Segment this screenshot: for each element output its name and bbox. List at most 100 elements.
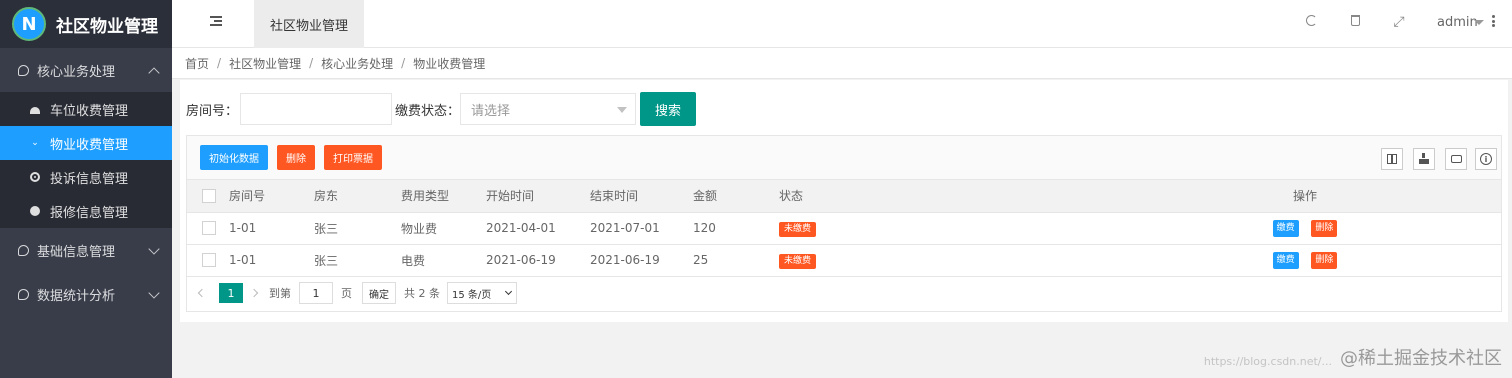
data-table-card: 初始化数据 删除 打印票据 i 房间号 房东 费用类型 开始时间 结束时间 金额… (186, 135, 1502, 312)
main-content: 房间号： 缴费状态： 请选择 搜索 初始化数据 删除 打印票据 i 房间号 房东… (172, 80, 1512, 378)
sidebar-group-core[interactable]: 核心业务处理 (0, 48, 172, 92)
row-checkbox[interactable] (202, 253, 216, 268)
watermark: @稀土掘金技术社区 (1340, 348, 1502, 369)
column-header[interactable]: 房间号 (229, 180, 314, 213)
sidebar-group-label: 核心业务处理 (37, 64, 116, 80)
leaf-icon (18, 64, 29, 76)
cell-room: 1-01 (229, 244, 314, 277)
status-placeholder: 请选择 (471, 103, 511, 119)
leaf-icon (18, 288, 29, 300)
table-row: 1-01 张三 电费 2021-06-19 2021-06-19 25 未缴费 … (187, 244, 1501, 277)
search-form: 房间号： 缴费状态： 请选择 搜索 (180, 91, 697, 127)
sidebar-item-label: 车位收费管理 (50, 103, 129, 119)
target-icon (30, 172, 40, 182)
row-checkbox[interactable] (202, 221, 216, 236)
next-page-icon[interactable] (249, 288, 259, 298)
refresh-icon[interactable] (1304, 15, 1318, 29)
table-header-row: 房间号 房东 费用类型 开始时间 结束时间 金额 状态 操作 (187, 180, 1501, 213)
sidebar-group-label: 数据统计分析 (37, 288, 116, 304)
leaf-icon (18, 244, 29, 256)
sidebar: N 社区物业管理 核心业务处理 车位收费管理 ⌄ 物业收费管理 投诉信息管理 报… (0, 0, 172, 378)
row-delete-button[interactable]: 删除 (1311, 252, 1338, 269)
chevron-down-icon (148, 243, 160, 255)
init-data-button[interactable]: 初始化数据 (200, 145, 268, 170)
export-icon[interactable] (1413, 148, 1435, 170)
column-header: 操作 (1109, 180, 1501, 213)
prev-page-icon[interactable] (197, 288, 207, 298)
sidebar-item-parking-fee[interactable]: 车位收费管理 (0, 92, 172, 126)
column-header[interactable]: 费用类型 (401, 180, 486, 213)
fullscreen-icon[interactable]: ⤢ (1392, 15, 1406, 29)
status-label: 缴费状态： (395, 103, 461, 119)
row-delete-button[interactable]: 删除 (1311, 220, 1338, 237)
column-header[interactable]: 状态 (779, 180, 1109, 213)
info-icon[interactable]: i (1475, 148, 1497, 170)
breadcrumb-home[interactable]: 首页 (185, 55, 209, 72)
sidebar-item-complaints[interactable]: 投诉信息管理 (0, 160, 172, 194)
app-title: 社区物业管理 (56, 16, 158, 37)
table-toolbar: 初始化数据 删除 打印票据 i (187, 136, 1501, 180)
columns-filter-icon[interactable] (1381, 148, 1403, 170)
room-label: 房间号： (186, 103, 239, 119)
sidebar-group-label: 基础信息管理 (37, 244, 116, 260)
page-size-select[interactable]: 15 条/页 (447, 282, 517, 304)
cell-start: 2021-06-19 (486, 244, 590, 277)
breadcrumb-item[interactable]: 社区物业管理 (229, 55, 301, 72)
trash-icon[interactable] (1348, 15, 1362, 29)
caret-down-icon[interactable] (1474, 20, 1484, 25)
column-header[interactable]: 房东 (314, 180, 401, 213)
pay-button[interactable]: 缴费 (1272, 220, 1299, 237)
tab-community-property[interactable]: 社区物业管理 (254, 0, 364, 48)
pay-button[interactable]: 缴费 (1272, 252, 1299, 269)
cell-start: 2021-04-01 (486, 212, 590, 245)
status-badge: 未缴费 (779, 221, 817, 237)
chevron-down-icon (504, 287, 513, 296)
status-select[interactable]: 请选择 (460, 93, 637, 125)
goto-confirm-button[interactable]: 确定 (362, 282, 396, 304)
sidebar-group-statistics[interactable]: 数据统计分析 (0, 272, 172, 316)
menu-toggle-icon[interactable] (210, 16, 222, 26)
current-page[interactable]: 1 (219, 283, 243, 303)
column-header[interactable]: 金额 (693, 180, 779, 213)
sidebar-item-property-fee[interactable]: ⌄ 物业收费管理 (0, 126, 172, 160)
more-vertical-icon[interactable] (1492, 15, 1495, 27)
column-header[interactable]: 结束时间 (590, 180, 693, 213)
column-header[interactable]: 开始时间 (486, 180, 590, 213)
top-header: 社区物业管理 ⤢ admin (172, 0, 1512, 48)
caret-down-icon (617, 107, 628, 113)
table-row: 1-01 张三 物业费 2021-04-01 2021-07-01 120 未缴… (187, 212, 1501, 245)
delete-button[interactable]: 删除 (277, 145, 315, 170)
compass-icon (30, 206, 40, 216)
select-all-checkbox[interactable] (202, 189, 216, 203)
search-button[interactable]: 搜索 (640, 92, 697, 126)
sidebar-item-label: 报修信息管理 (50, 205, 129, 221)
sidebar-item-label: 投诉信息管理 (50, 171, 129, 187)
total-count: 共 2 条 (404, 287, 440, 300)
room-number-input[interactable] (240, 93, 393, 125)
page-unit-label: 页 (341, 287, 352, 300)
sidebar-item-label: 物业收费管理 (50, 137, 129, 153)
print-receipt-button[interactable]: 打印票据 (324, 145, 382, 170)
goto-page-input[interactable]: 1 (299, 282, 333, 304)
user-menu[interactable]: admin (1437, 15, 1478, 30)
breadcrumb-item[interactable]: 核心业务处理 (321, 55, 393, 72)
chevron-down-icon: ⌄ (31, 138, 39, 148)
pagination: 1 到第 1 页 确定 共 2 条 15 条/页 (187, 277, 1501, 310)
cell-end: 2021-07-01 (590, 212, 693, 245)
cell-owner: 张三 (314, 244, 401, 277)
status-badge: 未缴费 (779, 253, 817, 269)
fee-table: 房间号 房东 费用类型 开始时间 结束时间 金额 状态 操作 1-01 张三 物… (187, 180, 1501, 277)
logo-icon: N (12, 7, 46, 41)
sidebar-item-repairs[interactable]: 报修信息管理 (0, 194, 172, 228)
print-icon[interactable] (1445, 148, 1467, 170)
content-card: 房间号： 缴费状态： 请选择 搜索 初始化数据 删除 打印票据 i 房间号 房东… (180, 80, 1508, 322)
sidebar-group-basic-info[interactable]: 基础信息管理 (0, 228, 172, 272)
breadcrumb-current: 物业收费管理 (413, 56, 486, 71)
chevron-up-icon (148, 67, 160, 79)
cell-amount: 120 (693, 212, 779, 245)
cell-amount: 25 (693, 244, 779, 277)
gauge-icon (30, 104, 40, 114)
cell-fee-type: 物业费 (401, 212, 486, 245)
breadcrumb: 首页 / 社区物业管理 / 核心业务处理 / 物业收费管理 (172, 48, 1512, 79)
cell-owner: 张三 (314, 212, 401, 245)
